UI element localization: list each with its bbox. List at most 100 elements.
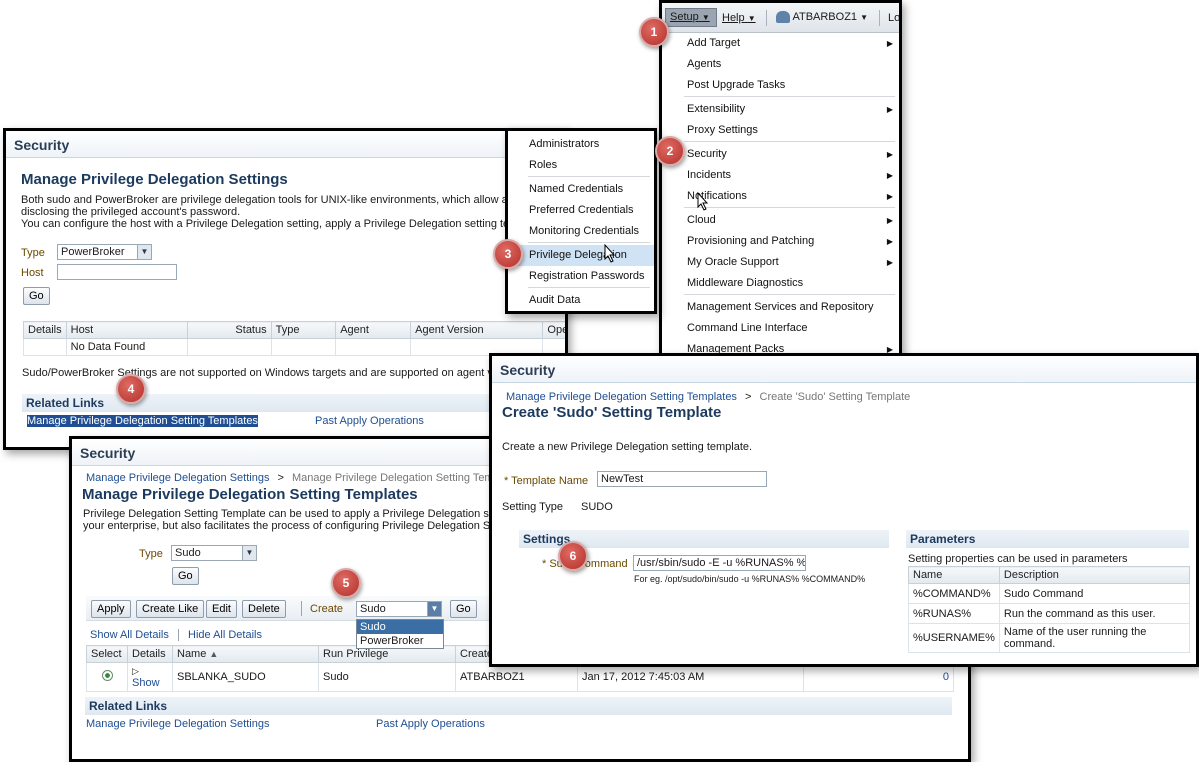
help-menu-button[interactable]: Help ▼ bbox=[722, 12, 756, 24]
edit-button[interactable]: Edit bbox=[206, 600, 237, 618]
breadcrumb-link[interactable]: Manage Privilege Delegation Setting Temp… bbox=[506, 391, 737, 403]
dropdown-option[interactable]: Sudo bbox=[357, 620, 443, 634]
col-name[interactable]: Name ▲ bbox=[172, 645, 319, 663]
setup-menu-item[interactable]: Management Services and Repository bbox=[662, 297, 899, 318]
table-row: %COMMAND% Sudo Command bbox=[908, 583, 1191, 604]
host-label: Host bbox=[21, 267, 44, 279]
chevron-down-icon: ▼ bbox=[427, 602, 441, 616]
create-like-button[interactable]: Create Like bbox=[136, 600, 205, 618]
chevron-down-icon: ▼ bbox=[701, 13, 710, 22]
security-submenu-item[interactable]: Registration Passwords bbox=[508, 266, 654, 287]
dropdown-option[interactable]: PowerBroker bbox=[357, 634, 443, 648]
security-submenu-item[interactable]: Audit Data bbox=[508, 290, 654, 311]
create-go-button[interactable]: Go bbox=[450, 600, 477, 618]
security-submenu-item[interactable]: Roles bbox=[508, 155, 654, 176]
past-apply-operations-link[interactable]: Past Apply Operations bbox=[376, 718, 485, 730]
section-title: Security bbox=[492, 356, 1196, 383]
type-select[interactable]: Sudo ▼ bbox=[171, 545, 257, 561]
setup-menu-item[interactable]: Provisioning and Patching ▶ bbox=[662, 231, 899, 252]
security-submenu-item[interactable]: Privilege Delegation bbox=[508, 245, 654, 266]
column-header: Opera bbox=[542, 321, 565, 339]
show-all-details-link[interactable]: Show All Details bbox=[90, 629, 169, 641]
table-header-row: Name Description bbox=[908, 566, 1191, 584]
table-row: %RUNAS% Run the command as this user. bbox=[908, 603, 1191, 624]
chevron-right-icon: ▶ bbox=[886, 105, 893, 114]
manage-settings-link[interactable]: Manage Privilege Delegation Settings bbox=[86, 718, 269, 730]
security-submenu-list: Administrators Roles Named Credentials Pref… bbox=[508, 134, 654, 311]
template-name-label: * Template Name bbox=[504, 475, 589, 487]
no-data-cell: No Data Found bbox=[65, 338, 189, 356]
radio-selected-icon[interactable] bbox=[101, 670, 113, 681]
chevron-right-icon: ▶ bbox=[886, 171, 893, 180]
security-submenu-panel: Administrators Roles Named Credentials Pref… bbox=[505, 128, 657, 314]
column-header: Agent Version bbox=[410, 321, 544, 339]
description: Both sudo and PowerBroker are privilege … bbox=[21, 194, 514, 230]
step-badge-3: 3 bbox=[493, 239, 523, 269]
page-heading: Manage Privilege Delegation Settings bbox=[21, 171, 288, 188]
past-apply-operations-link[interactable]: Past Apply Operations bbox=[315, 415, 424, 427]
setup-menu-item[interactable]: Proxy Settings bbox=[662, 120, 899, 141]
setup-menu-item[interactable]: Incidents ▶ bbox=[662, 165, 899, 186]
template-name-input[interactable]: NewTest bbox=[597, 471, 767, 487]
hide-all-details-link[interactable]: Hide All Details bbox=[188, 629, 262, 641]
setup-menu-item[interactable]: Command Line Interface bbox=[662, 318, 899, 339]
security-submenu-item[interactable]: Preferred Credentials bbox=[508, 200, 654, 221]
mouse-pointer-icon bbox=[697, 192, 709, 211]
delete-button[interactable]: Delete bbox=[242, 600, 286, 618]
col-select: Select bbox=[86, 645, 128, 663]
chevron-down-icon: ▼ bbox=[242, 546, 256, 560]
security-submenu-item[interactable]: Monitoring Credentials bbox=[508, 221, 654, 242]
column-header: Status bbox=[187, 321, 272, 339]
setup-menu-button[interactable]: Setup ▼ bbox=[665, 8, 717, 27]
sudo-command-input[interactable]: /usr/sbin/sudo -E -u %RUNAS% % bbox=[633, 555, 806, 571]
manage-templates-link[interactable]: Manage Privilege Delegation Setting Temp… bbox=[27, 415, 258, 427]
table-header-row: Details Host Status Type Agent Agent Version O… bbox=[23, 321, 565, 339]
chevron-right-icon: ▶ bbox=[886, 258, 893, 267]
logout-link[interactable]: Lo bbox=[888, 12, 899, 24]
column-header: Host bbox=[65, 321, 189, 339]
table-row: No Data Found bbox=[23, 338, 565, 356]
user-icon bbox=[776, 11, 790, 24]
go-button[interactable]: Go bbox=[23, 287, 50, 305]
setup-menu-item[interactable]: Security ▶ bbox=[662, 144, 899, 165]
breadcrumb-link[interactable]: Manage Privilege Delegation Settings bbox=[86, 472, 269, 484]
host-input[interactable] bbox=[57, 264, 177, 280]
detail-links: Show All Details Hide All Details bbox=[90, 629, 262, 642]
chevron-right-icon: ▶ bbox=[886, 39, 893, 48]
go-button[interactable]: Go bbox=[172, 567, 199, 585]
setup-menu-item[interactable]: Agents bbox=[662, 54, 899, 75]
table-row: %USERNAME% Name of the user running the c… bbox=[908, 623, 1191, 653]
support-note: Sudo/PowerBroker Settings are not suppor… bbox=[22, 367, 499, 379]
setup-menu-item[interactable]: Cloud ▶ bbox=[662, 210, 899, 231]
security-submenu-item[interactable]: Named Credentials bbox=[508, 179, 654, 200]
security-submenu-item[interactable]: Administrators bbox=[508, 134, 654, 155]
setup-menu-item[interactable]: Extensibility ▶ bbox=[662, 99, 899, 120]
count-link[interactable]: 0 bbox=[943, 671, 949, 683]
chevron-right-icon: ▶ bbox=[886, 237, 893, 246]
setup-menu-panel: Setup ▼ Help ▼ ATBARBOZ1 ▼ Lo Add Target… bbox=[659, 0, 902, 356]
user-menu-button[interactable]: ATBARBOZ1 ▼ bbox=[776, 11, 869, 24]
setup-menu-item[interactable]: Add Target ▶ bbox=[662, 33, 899, 54]
apply-button[interactable]: Apply bbox=[91, 600, 131, 618]
setup-menu-item[interactable]: Post Upgrade Tasks bbox=[662, 75, 899, 96]
type-select[interactable]: PowerBroker ▼ bbox=[57, 244, 152, 260]
divider bbox=[879, 10, 880, 26]
step-badge-4: 4 bbox=[116, 374, 146, 404]
divider bbox=[766, 10, 767, 26]
setup-menu-item[interactable]: Middleware Diagnostics bbox=[662, 273, 899, 294]
create-sudo-template-panel: Security Manage Privilege Delegation Set… bbox=[489, 353, 1199, 667]
setup-menu-item[interactable]: My Oracle Support ▶ bbox=[662, 252, 899, 273]
chevron-down-icon: ▼ bbox=[747, 14, 756, 23]
page-heading: Create 'Sudo' Setting Template bbox=[502, 404, 722, 421]
create-type-select[interactable]: Sudo ▼ bbox=[356, 601, 442, 617]
chevron-down-icon: ▼ bbox=[860, 13, 869, 22]
setting-type-label: Setting Type bbox=[502, 501, 563, 513]
type-label: Type bbox=[21, 247, 45, 259]
section-title: Security bbox=[6, 131, 565, 158]
parameters-section-title: Parameters bbox=[906, 530, 1189, 548]
column-header: Type bbox=[270, 321, 337, 339]
settings-table: Details Host Status Type Agent Agent Version O… bbox=[23, 321, 565, 356]
step-badge-5: 5 bbox=[331, 568, 361, 598]
chevron-right-icon: ▶ bbox=[886, 216, 893, 225]
show-details-toggle[interactable]: ▷ Show bbox=[127, 662, 173, 692]
